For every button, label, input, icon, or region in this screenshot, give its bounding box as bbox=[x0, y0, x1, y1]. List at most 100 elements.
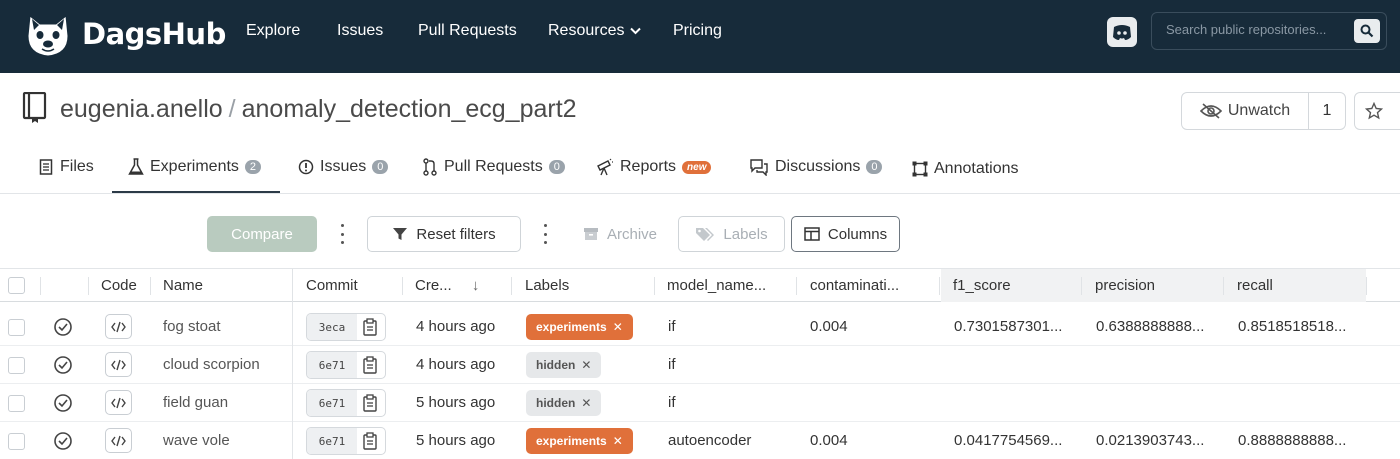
star-button[interactable] bbox=[1354, 92, 1400, 130]
repo-name-link[interactable]: anomaly_detection_ecg_part2 bbox=[242, 95, 577, 123]
nav-pricing[interactable]: Pricing bbox=[673, 22, 722, 40]
row-checkbox[interactable] bbox=[8, 433, 25, 450]
tab-pull-requests-label: Pull Requests bbox=[444, 158, 543, 175]
header-recall[interactable]: recall bbox=[1237, 277, 1273, 294]
reset-filters-button[interactable]: Reset filters bbox=[367, 216, 521, 252]
nav-issues[interactable]: Issues bbox=[337, 22, 383, 40]
search-button[interactable] bbox=[1354, 19, 1380, 43]
tab-experiments[interactable]: Experiments 2 bbox=[128, 158, 262, 176]
copy-clipboard-icon[interactable] bbox=[361, 432, 379, 450]
commit-hash[interactable]: 6e71 bbox=[307, 352, 357, 378]
commit-hash[interactable]: 6e71 bbox=[307, 390, 357, 416]
label-chip[interactable]: experiments ✕ bbox=[526, 428, 633, 454]
experiment-name[interactable]: wave vole bbox=[163, 432, 230, 449]
nav-explore[interactable]: Explore bbox=[246, 22, 300, 40]
label-chip[interactable]: hidden ✕ bbox=[526, 352, 602, 378]
code-icon[interactable] bbox=[105, 314, 132, 339]
code-icon[interactable] bbox=[105, 428, 132, 453]
reset-filters-label: Reset filters bbox=[416, 225, 496, 243]
watch-count[interactable]: 1 bbox=[1308, 92, 1346, 130]
header-contamination[interactable]: contaminati... bbox=[810, 277, 899, 294]
unwatch-button[interactable]: Unwatch bbox=[1181, 92, 1309, 130]
remove-label-icon[interactable]: ✕ bbox=[613, 320, 623, 334]
header-precision[interactable]: precision bbox=[1095, 277, 1155, 294]
tab-annotations[interactable]: Annotations bbox=[912, 160, 1019, 178]
select-all-checkbox[interactable] bbox=[8, 277, 25, 294]
issues-count-badge: 0 bbox=[372, 160, 389, 174]
commit-badge[interactable]: 3eca bbox=[306, 313, 386, 341]
remove-label-icon[interactable]: ✕ bbox=[613, 434, 623, 448]
columns-button[interactable]: Columns bbox=[791, 216, 900, 252]
header-code[interactable]: Code bbox=[101, 277, 137, 294]
more-actions-icon[interactable] bbox=[542, 224, 548, 244]
column-divider bbox=[511, 277, 512, 295]
tab-files[interactable]: Files bbox=[38, 158, 94, 176]
commit-badge[interactable]: 6e71 bbox=[306, 351, 386, 379]
column-divider bbox=[40, 277, 41, 295]
experiment-name[interactable]: cloud scorpion bbox=[163, 356, 260, 373]
table-row[interactable]: field guan 6e71 5 hours ago hidden ✕ if bbox=[0, 384, 1400, 422]
search-input[interactable] bbox=[1166, 22, 1346, 37]
row-checkbox[interactable] bbox=[8, 357, 25, 374]
commit-badge[interactable]: 6e71 bbox=[306, 389, 386, 417]
row-checkbox[interactable] bbox=[8, 395, 25, 412]
code-icon[interactable] bbox=[105, 352, 132, 377]
column-divider bbox=[1223, 277, 1224, 295]
check-circle-icon bbox=[54, 432, 72, 450]
tab-discussions[interactable]: Discussions 0 bbox=[749, 158, 883, 176]
copy-clipboard-icon[interactable] bbox=[361, 356, 379, 374]
tab-pull-requests[interactable]: Pull Requests 0 bbox=[422, 158, 565, 176]
tab-files-label: Files bbox=[60, 158, 94, 175]
code-icon[interactable] bbox=[105, 390, 132, 415]
table-row[interactable]: wave vole 6e71 5 hours ago experiments ✕… bbox=[0, 422, 1400, 459]
remove-label-icon[interactable]: ✕ bbox=[581, 358, 591, 372]
created-time: 4 hours ago bbox=[416, 318, 496, 335]
experiment-name[interactable]: fog stoat bbox=[163, 318, 221, 335]
experiment-name[interactable]: field guan bbox=[163, 394, 228, 411]
chat-icon bbox=[750, 159, 768, 176]
search-icon bbox=[1360, 24, 1374, 38]
more-options-icon[interactable] bbox=[339, 224, 345, 244]
label-chip-text: hidden bbox=[536, 358, 576, 372]
copy-clipboard-icon[interactable] bbox=[361, 318, 379, 336]
labels-button[interactable]: Labels bbox=[678, 216, 785, 252]
chevron-down-icon bbox=[630, 27, 642, 35]
header-labels[interactable]: Labels bbox=[525, 277, 569, 294]
pull-request-icon bbox=[423, 158, 437, 176]
header-commit[interactable]: Commit bbox=[306, 277, 358, 294]
nav-pull-requests[interactable]: Pull Requests bbox=[418, 22, 517, 40]
column-divider bbox=[654, 277, 655, 295]
label-chip[interactable]: experiments ✕ bbox=[526, 314, 633, 340]
label-chip[interactable]: hidden ✕ bbox=[526, 390, 602, 416]
header-created[interactable]: Cre... ↓ bbox=[415, 277, 479, 294]
tab-reports-label: Reports bbox=[620, 158, 677, 175]
dagshub-logo[interactable]: DagsHub bbox=[22, 8, 226, 60]
tab-discussions-label: Discussions bbox=[775, 158, 861, 175]
sort-arrow-icon[interactable]: ↓ bbox=[472, 277, 480, 294]
tab-issues[interactable]: Issues 0 bbox=[298, 158, 389, 176]
repo-owner-link[interactable]: eugenia.anello bbox=[60, 95, 223, 123]
commit-hash[interactable]: 3eca bbox=[307, 314, 357, 340]
header-model-name[interactable]: model_name... bbox=[667, 277, 766, 294]
commit-badge[interactable]: 6e71 bbox=[306, 427, 386, 455]
header-name[interactable]: Name bbox=[163, 277, 203, 294]
remove-label-icon[interactable]: ✕ bbox=[581, 396, 591, 410]
column-divider bbox=[150, 277, 151, 295]
table-row[interactable]: fog stoat 3eca 4 hours ago experiments ✕… bbox=[0, 308, 1400, 346]
discord-icon[interactable] bbox=[1106, 16, 1138, 48]
column-divider bbox=[402, 277, 403, 295]
commit-hash[interactable]: 6e71 bbox=[307, 428, 357, 454]
contamination-value: 0.004 bbox=[810, 318, 848, 335]
table-row[interactable]: cloud scorpion 6e71 4 hours ago hidden ✕… bbox=[0, 346, 1400, 384]
row-checkbox[interactable] bbox=[8, 319, 25, 336]
header-f1-score[interactable]: f1_score bbox=[953, 277, 1011, 294]
archive-button[interactable]: Archive bbox=[583, 216, 657, 252]
nav-resources[interactable]: Resources bbox=[548, 22, 642, 40]
tab-annotations-label: Annotations bbox=[934, 160, 1019, 177]
copy-clipboard-icon[interactable] bbox=[361, 394, 379, 412]
unwatch-label: Unwatch bbox=[1227, 102, 1291, 119]
column-divider bbox=[939, 277, 940, 295]
tab-reports[interactable]: Reports new bbox=[596, 158, 712, 176]
bounding-box-icon bbox=[912, 161, 928, 177]
compare-button[interactable]: Compare bbox=[207, 216, 317, 252]
